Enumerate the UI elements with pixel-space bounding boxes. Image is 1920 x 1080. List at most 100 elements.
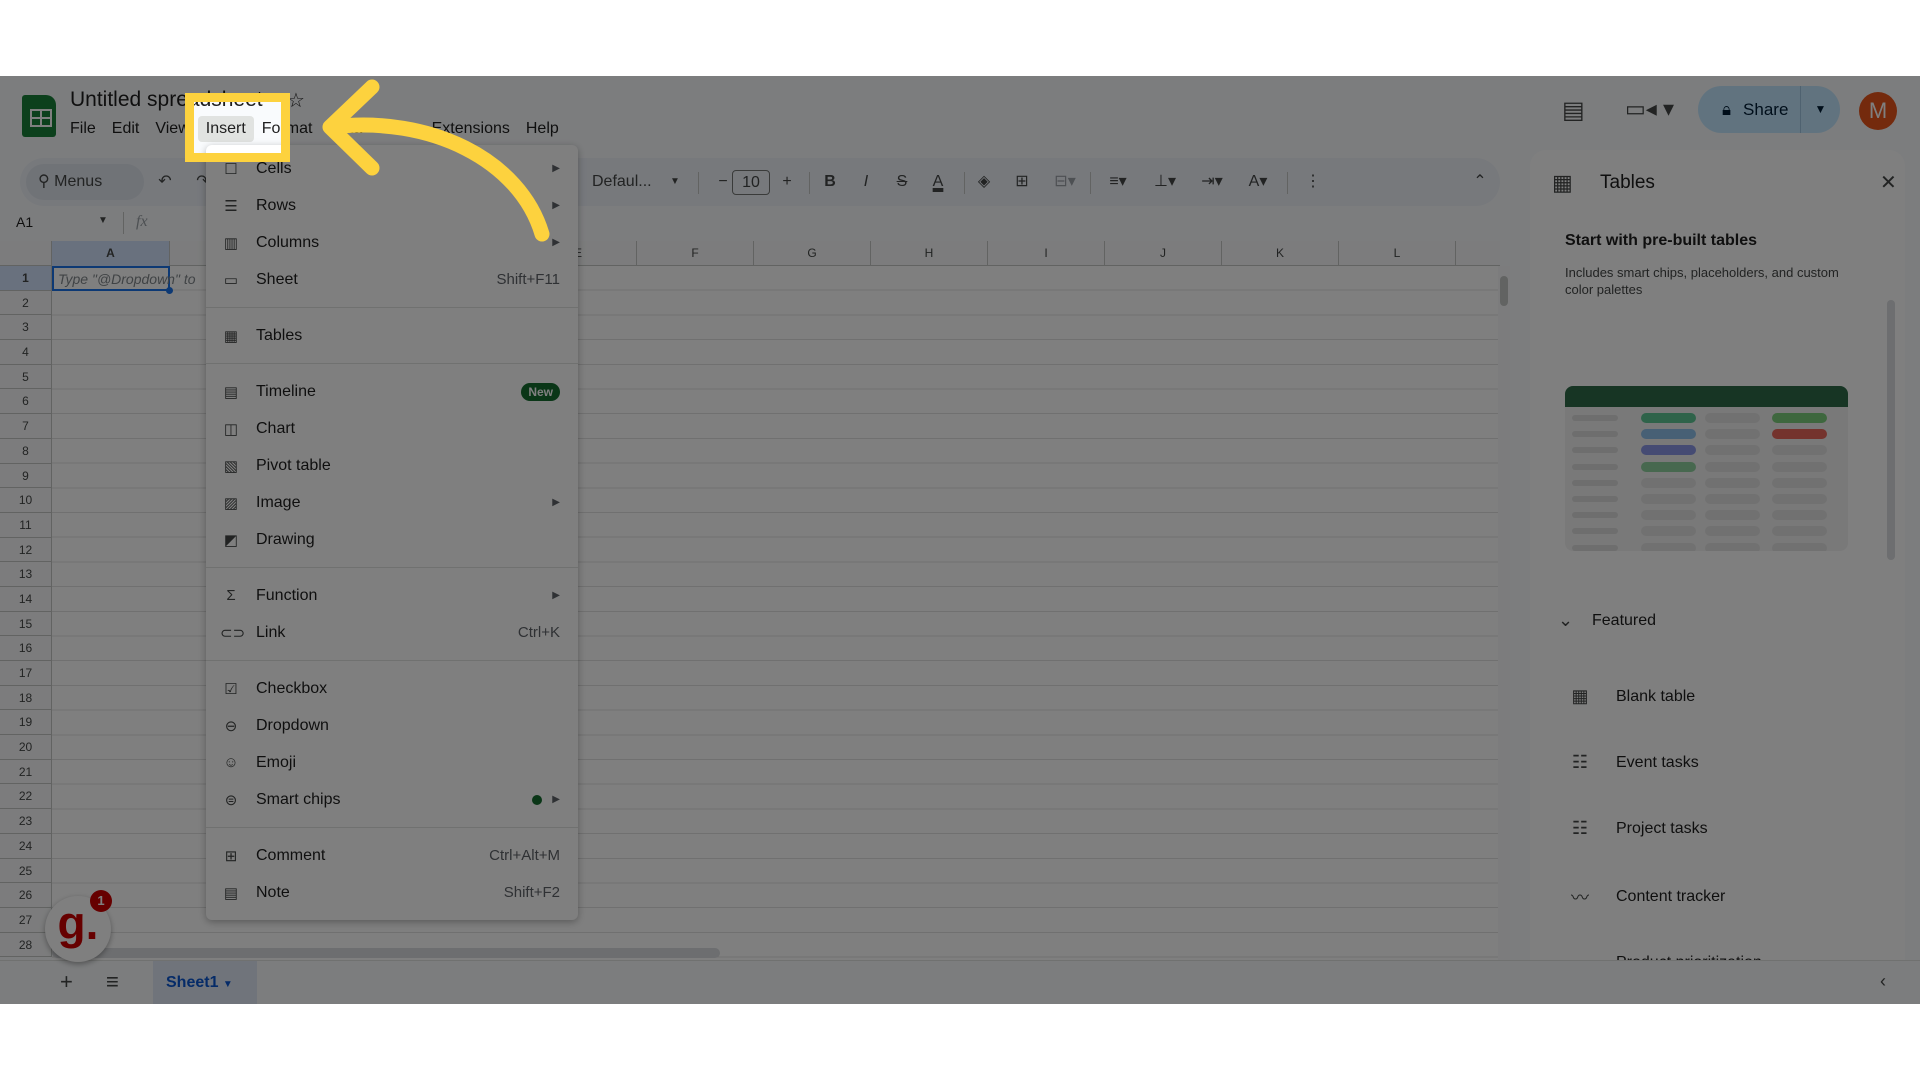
share-dropdown-icon[interactable]: ▼: [1800, 86, 1840, 133]
column-header[interactable]: I: [988, 241, 1105, 266]
borders-icon[interactable]: ⊞: [1009, 158, 1035, 206]
row-header[interactable]: 16: [0, 636, 52, 661]
comment-history-icon[interactable]: ▤: [1562, 96, 1585, 125]
menu-item-dropdown[interactable]: ⊖ Dropdown: [206, 707, 578, 744]
increase-font-icon[interactable]: +: [774, 158, 800, 206]
all-sheets-icon[interactable]: ≡: [106, 969, 119, 995]
row-header[interactable]: 26: [0, 883, 52, 908]
menu-edit[interactable]: Edit: [104, 116, 148, 142]
close-icon[interactable]: ✕: [1880, 170, 1897, 195]
template-content-tracker[interactable]: 〰 Content tracker: [1566, 884, 1725, 910]
row-header[interactable]: 9: [0, 463, 52, 489]
column-header[interactable]: J: [1105, 241, 1222, 266]
panel-scrollbar[interactable]: [1887, 300, 1895, 560]
menu-item-image[interactable]: ▨ Image ▶: [206, 484, 578, 521]
collapse-toolbar-icon[interactable]: ⌃: [1467, 158, 1493, 206]
italic-icon[interactable]: I: [853, 158, 879, 206]
row-header[interactable]: 10: [0, 488, 52, 513]
text-color-icon[interactable]: A: [925, 158, 951, 206]
row-header[interactable]: 25: [0, 858, 52, 884]
menu-item-pivot-table[interactable]: ▧ Pivot table: [206, 447, 578, 484]
row-header[interactable]: 19: [0, 710, 52, 736]
text-rotation-icon[interactable]: A▾: [1240, 158, 1276, 206]
menu-item-function[interactable]: Σ Function ▶: [206, 577, 578, 614]
column-header[interactable]: L: [1339, 241, 1456, 266]
chevron-down-icon[interactable]: ⌄: [1558, 610, 1573, 631]
menu-item-link[interactable]: ⊂⊃ Link Ctrl+K: [206, 614, 578, 651]
horizontal-scrollbar[interactable]: [52, 948, 720, 958]
menu-item-checkbox[interactable]: ☑ Checkbox: [206, 670, 578, 707]
row-header[interactable]: 20: [0, 735, 52, 760]
row-header[interactable]: 28: [0, 932, 52, 958]
featured-section-label[interactable]: Featured: [1592, 612, 1656, 630]
template-event-tasks[interactable]: ☷ Event tasks: [1566, 752, 1699, 773]
text-wrap-icon[interactable]: ⇥▾: [1194, 158, 1230, 206]
name-box[interactable]: A1: [16, 214, 33, 230]
menu-item-timeline[interactable]: ▤ Timeline New: [206, 373, 578, 410]
row-header[interactable]: 17: [0, 661, 52, 686]
column-header[interactable]: G: [754, 241, 871, 266]
horizontal-align-icon[interactable]: ≡▾: [1100, 158, 1136, 206]
menu-item-sheet[interactable]: ▭ Sheet Shift+F11: [206, 261, 578, 298]
menu-tools[interactable]: Tools: [370, 116, 423, 142]
column-header[interactable]: A: [52, 241, 170, 266]
row-header[interactable]: 1: [0, 266, 52, 291]
row-header[interactable]: 5: [0, 364, 52, 390]
share-button[interactable]: 🔒︎ Share ▼: [1698, 86, 1840, 133]
column-header[interactable]: K: [1222, 241, 1339, 266]
row-header[interactable]: 2: [0, 290, 52, 316]
menu-item-comment[interactable]: ⊞ Comment Ctrl+Alt+M: [206, 837, 578, 874]
meet-icon[interactable]: ▭◂ ▾: [1625, 96, 1674, 122]
cell-a1[interactable]: Type "@Dropdown" to: [52, 266, 196, 291]
sheets-logo[interactable]: [22, 95, 56, 137]
menu-item-emoji[interactable]: ☺ Emoji: [206, 744, 578, 781]
row-header[interactable]: 24: [0, 833, 52, 859]
font-dropdown-icon[interactable]: ▼: [665, 158, 685, 206]
fill-handle[interactable]: [166, 287, 173, 294]
menu-help[interactable]: Help: [518, 116, 567, 142]
row-header[interactable]: 7: [0, 414, 52, 439]
row-header[interactable]: 18: [0, 685, 52, 711]
menu-item-rows[interactable]: ☰ Rows ▶: [206, 187, 578, 224]
row-header[interactable]: 12: [0, 537, 52, 563]
collapse-panel-icon[interactable]: ‹: [1880, 971, 1886, 992]
menu-item-tables[interactable]: ▦ Tables: [206, 317, 578, 354]
more-icon[interactable]: ⋮: [1300, 158, 1326, 206]
font-size-input[interactable]: 10: [732, 170, 770, 195]
menu-item-note[interactable]: ▤ Note Shift+F2: [206, 874, 578, 911]
menu-data[interactable]: Data: [320, 116, 370, 142]
search-menus-button[interactable]: ⚲ Menus: [26, 164, 144, 200]
pre-built-table-preview[interactable]: [1565, 386, 1848, 551]
row-header[interactable]: 8: [0, 438, 52, 464]
merge-cells-icon[interactable]: ⊟▾: [1047, 158, 1083, 206]
tab-sheet1[interactable]: Sheet1 ▼: [153, 961, 257, 1004]
add-sheet-icon[interactable]: +: [60, 969, 73, 995]
menu-item-smart-chips[interactable]: ⊜ Smart chips ▶: [206, 781, 578, 818]
menu-item-columns[interactable]: ▥ Columns ▶: [206, 224, 578, 261]
avatar[interactable]: M: [1859, 92, 1897, 130]
vertical-scrollbar[interactable]: [1498, 266, 1510, 966]
bold-icon[interactable]: B: [817, 158, 843, 206]
row-header[interactable]: 22: [0, 784, 52, 810]
vertical-align-icon[interactable]: ⊥▾: [1147, 158, 1183, 206]
row-header[interactable]: 4: [0, 340, 52, 365]
template-blank-table[interactable]: ▦ Blank table: [1566, 686, 1695, 707]
sheet-tab-dropdown-icon[interactable]: ▼: [223, 979, 233, 990]
menu-item-chart[interactable]: ◫ Chart: [206, 410, 578, 447]
row-header[interactable]: 3: [0, 315, 52, 341]
font-select[interactable]: Defaul...: [592, 158, 672, 206]
name-box-dropdown-icon[interactable]: ▼: [98, 215, 108, 226]
row-header[interactable]: 11: [0, 512, 52, 538]
row-header[interactable]: 23: [0, 809, 52, 834]
row-header[interactable]: 14: [0, 586, 52, 612]
select-all-corner[interactable]: [0, 241, 52, 266]
menu-file[interactable]: File: [62, 116, 104, 142]
template-project-tasks[interactable]: ☷ Project tasks: [1566, 818, 1708, 839]
strikethrough-icon[interactable]: S: [889, 158, 915, 206]
menu-item-drawing[interactable]: ◩ Drawing: [206, 521, 578, 558]
row-header[interactable]: 21: [0, 759, 52, 785]
row-header[interactable]: 6: [0, 389, 52, 415]
column-header[interactable]: F: [637, 241, 754, 266]
column-header[interactable]: H: [871, 241, 988, 266]
menu-extensions[interactable]: Extensions: [424, 116, 518, 142]
